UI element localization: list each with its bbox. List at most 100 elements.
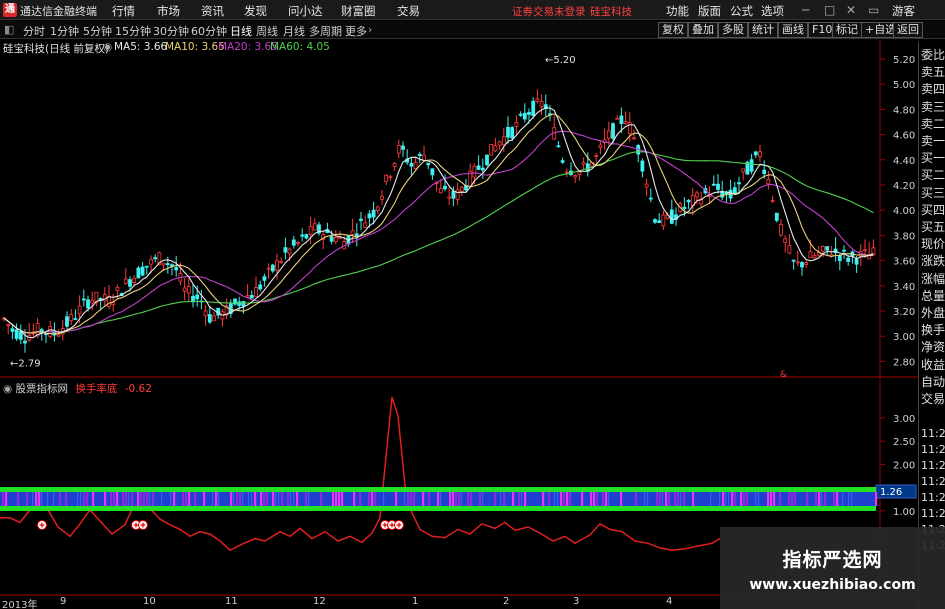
indicator-line xyxy=(0,396,721,552)
menu-layout[interactable]: 版面 xyxy=(698,3,721,19)
side-panel-item[interactable]: 现价 xyxy=(921,235,945,252)
menu-trade[interactable]: 交易 xyxy=(397,3,420,19)
period-60min[interactable]: 60分钟 xyxy=(191,23,227,39)
price-tick-label: 3.20 xyxy=(893,307,915,318)
mark-button[interactable]: 标记 xyxy=(832,22,862,38)
ma10-value: MA10: 3.65 xyxy=(165,41,225,53)
side-panel-item[interactable]: 买三 xyxy=(921,184,945,201)
app-title: 通达信金融终端 xyxy=(20,5,97,18)
x-axis-label: 12 xyxy=(313,596,326,607)
indicator-settings-icon[interactable]: ◉ xyxy=(3,383,12,395)
trade-time: 11:28 xyxy=(921,459,945,472)
side-panel-item[interactable]: 委比 xyxy=(921,46,945,63)
side-panel-item[interactable]: 卖三 xyxy=(921,98,945,115)
period-5min[interactable]: 5分钟 xyxy=(83,23,112,39)
indicator-title: ◉ 股票指标网 换手率底 -0.62 xyxy=(3,381,152,396)
period-30min[interactable]: 30分钟 xyxy=(153,23,189,39)
price-tick-label: 3.00 xyxy=(893,332,915,343)
side-panel-item[interactable]: 换手 xyxy=(921,321,945,338)
restore-icon[interactable]: ▭ xyxy=(868,3,879,17)
side-panel-item[interactable]: 卖四 xyxy=(921,80,945,97)
login-status[interactable]: 证券交易未登录 xyxy=(512,4,586,19)
overlay-button[interactable]: 叠加 xyxy=(688,22,718,38)
period-1min[interactable]: 1分钟 xyxy=(50,23,79,39)
trade-time: 11:29 xyxy=(921,507,945,520)
side-panel-item[interactable]: 涨幅 xyxy=(921,270,945,287)
price-tick-label: 5.20 xyxy=(893,55,915,66)
draw-line-button[interactable]: 画线 xyxy=(778,22,808,38)
stock-chart[interactable]: 5.20 5.00 4.80 4.60 4.40 4.20 4.00 3.80 3.60 3.40… xyxy=(0,0,945,609)
menu-ask[interactable]: 问小达 xyxy=(288,3,323,19)
trade-time: 11:27 xyxy=(921,427,945,440)
buy-signal-icon xyxy=(37,520,47,530)
menu-discover[interactable]: 发现 xyxy=(244,3,267,19)
indicator-tick-label: 2.50 xyxy=(893,437,915,448)
side-panel-item[interactable]: 外盘 xyxy=(921,304,945,321)
trade-time: 11:28 xyxy=(921,443,945,456)
candle xyxy=(136,265,141,279)
signal-band xyxy=(0,487,878,511)
period-intraday[interactable]: 分时 xyxy=(23,23,45,39)
menu-market[interactable]: 市场 xyxy=(157,3,180,19)
ma-settings-icon[interactable]: ◉ xyxy=(103,41,112,53)
info-bar: 硅宝科技(日线 前复权) ◉ MA5: 3.66 MA10: 3.65 MA20… xyxy=(0,41,880,55)
price-tick-label: 4.20 xyxy=(893,181,915,192)
watermark-url: www.xuezhibiao.com xyxy=(749,577,916,593)
low-price-mark: ←2.79 xyxy=(10,359,41,370)
period-weekly[interactable]: 周线 xyxy=(256,23,278,39)
price-tick-label: 4.00 xyxy=(893,206,915,217)
menu-options[interactable]: 选项 xyxy=(761,3,784,19)
layout-toggle-icon[interactable]: ◧ xyxy=(4,23,14,36)
price-tick-label: 3.60 xyxy=(893,257,915,268)
side-panel-item[interactable]: 买四 xyxy=(921,201,945,218)
side-panel-item[interactable]: 买二 xyxy=(921,166,945,183)
app-logo-icon: 通 xyxy=(3,3,17,17)
period-toolbar: ◧ 分时 1分钟 5分钟 15分钟 30分钟 60分钟 日线 周线 月线 多周期… xyxy=(0,21,945,39)
maximize-icon[interactable]: □ xyxy=(824,3,835,17)
multi-stock-button[interactable]: 多股 xyxy=(718,22,748,38)
x-axis-label: 9 xyxy=(60,596,67,607)
current-stock-tag[interactable]: 硅宝科技 xyxy=(590,4,632,19)
menu-news[interactable]: 资讯 xyxy=(201,3,224,19)
price-tick-label: 2.80 xyxy=(893,357,915,368)
indicator-tick-label: 2.00 xyxy=(893,460,915,471)
period-more[interactable]: 更多 xyxy=(345,23,367,39)
period-multi[interactable]: 多周期 xyxy=(309,23,342,39)
side-panel-item[interactable]: 买一 xyxy=(921,149,945,166)
adjust-button[interactable]: 复权 xyxy=(658,22,688,38)
ma5-value: MA5: 3.66 xyxy=(114,41,168,53)
menu-formula[interactable]: 公式 xyxy=(730,3,753,19)
menu-function[interactable]: 功能 xyxy=(666,3,689,19)
period-15min[interactable]: 15分钟 xyxy=(115,23,151,39)
price-tick-label: 4.60 xyxy=(893,131,915,142)
period-daily[interactable]: 日线 xyxy=(230,23,252,39)
indicator-name: 换手率底 xyxy=(75,383,118,395)
indicator-current-value: 1.26 xyxy=(880,487,902,498)
close-icon[interactable]: ✕ xyxy=(846,3,856,17)
side-panel-item[interactable]: 自动 xyxy=(921,373,945,390)
x-axis-label: 3 xyxy=(573,596,580,607)
guest-user[interactable]: 游客 xyxy=(892,3,915,19)
rights-issue-mark-icon: & xyxy=(780,370,787,380)
side-panel-item[interactable]: 收益 xyxy=(921,356,945,373)
x-axis-label: 2013年 xyxy=(2,600,38,609)
x-axis-label: 1 xyxy=(412,596,419,607)
side-panel-item[interactable]: 交易 xyxy=(921,390,945,407)
menu-quotes[interactable]: 行情 xyxy=(112,3,135,19)
side-panel-item[interactable]: 买五 xyxy=(921,218,945,235)
side-panel-item[interactable]: 总量 xyxy=(921,287,945,304)
menu-wealth[interactable]: 财富圈 xyxy=(341,3,376,19)
side-panel-item[interactable]: 卖五 xyxy=(921,63,945,80)
buy-signal-icon xyxy=(138,520,148,530)
back-button[interactable]: 返回 xyxy=(893,22,923,38)
x-axis-label: 4 xyxy=(666,596,673,607)
side-panel-item[interactable]: 卖一 xyxy=(921,132,945,149)
side-panel-item[interactable]: 卖二 xyxy=(921,115,945,132)
ma60-value: MA60: 4.05 xyxy=(270,41,330,53)
minimize-icon[interactable]: ─ xyxy=(802,3,809,17)
side-panel-item[interactable]: 净资 xyxy=(921,338,945,355)
chevron-right-icon[interactable]: › xyxy=(368,23,372,36)
statistics-button[interactable]: 统计 xyxy=(748,22,778,38)
side-panel-item[interactable]: 涨跌 xyxy=(921,252,945,269)
period-monthly[interactable]: 月线 xyxy=(283,23,305,39)
